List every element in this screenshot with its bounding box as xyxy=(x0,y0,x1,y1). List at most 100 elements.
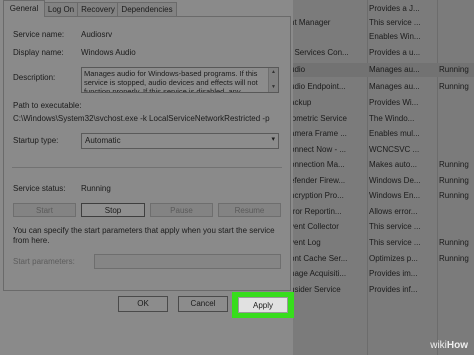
description-scrollbar[interactable]: ▲ ▼ xyxy=(268,68,278,92)
service-name-label: Service name: xyxy=(13,30,65,39)
service-row[interactable]: ncryption Pro... Windows En... Running xyxy=(290,189,474,203)
service-row[interactable]: ont Cache Ser... Optimizes p... Running xyxy=(290,252,474,266)
display-name-value: Windows Audio xyxy=(81,48,136,57)
triangle-down-icon[interactable]: ▼ xyxy=(271,85,276,90)
service-row-selected[interactable]: udio Manages au... Running xyxy=(290,63,474,77)
service-row[interactable]: vent Collector This service ... xyxy=(290,220,474,234)
service-name: ncryption Pro... xyxy=(290,191,344,200)
description-label: Description: xyxy=(13,73,56,82)
service-description: Makes auto... xyxy=(369,160,418,169)
service-description: This service ... xyxy=(369,238,421,247)
service-description: Provides Wi... xyxy=(369,98,419,107)
service-status: Running xyxy=(439,160,469,169)
description-box[interactable]: Manages audio for Windows-based programs… xyxy=(81,67,279,93)
startup-type-label: Startup type: xyxy=(13,136,59,145)
start-parameters-input[interactable] xyxy=(94,254,281,269)
service-row[interactable]: iometric Service The Windo... xyxy=(290,112,474,126)
service-name: efender Firew... xyxy=(290,176,346,185)
services-list: Provides a J... nt Manager This service … xyxy=(290,0,474,355)
service-description: Provides inf... xyxy=(369,285,418,294)
service-status: Running xyxy=(439,191,469,200)
service-name: rror Reportin... xyxy=(290,207,342,216)
tab-general[interactable]: General xyxy=(3,0,45,17)
service-name: udio xyxy=(290,65,306,74)
service-status: Running xyxy=(439,82,469,91)
service-description: Windows De... xyxy=(369,176,421,185)
service-row[interactable]: rror Reportin... Allows error... xyxy=(290,205,474,219)
display-name-label: Display name: xyxy=(13,48,64,57)
service-row[interactable]: efender Firew... Windows De... Running xyxy=(290,174,474,188)
stop-button[interactable]: Stop xyxy=(81,203,145,217)
watermark-suffix: How xyxy=(446,340,468,351)
path-value: C:\Windows\System32\svchost.exe -k Local… xyxy=(13,114,270,123)
service-status-label: Service status: xyxy=(13,184,66,193)
watermark-prefix: wiki xyxy=(430,340,447,351)
service-name: vent Collector xyxy=(290,222,339,231)
start-parameters-hint: You can specify the start parameters tha… xyxy=(13,226,275,235)
service-description: Provides im... xyxy=(369,269,418,278)
wikihow-watermark: wikiHow xyxy=(430,340,468,351)
service-description: Optimizes p... xyxy=(369,254,418,263)
service-description: Provides a J... xyxy=(369,4,420,13)
service-description: Windows En... xyxy=(369,191,421,200)
start-button[interactable]: Start xyxy=(13,203,76,217)
tab-recovery[interactable]: Recovery xyxy=(77,2,119,16)
service-description: Enables Win... xyxy=(369,32,421,41)
resume-button[interactable]: Resume xyxy=(218,203,281,217)
service-description: This service ... xyxy=(369,18,421,27)
service-name: ackup xyxy=(290,98,312,107)
service-status: Running xyxy=(439,238,469,247)
startup-type-value: Automatic xyxy=(85,136,121,145)
pause-button[interactable]: Pause xyxy=(150,203,213,217)
service-name: nsider Service xyxy=(290,285,341,294)
service-status-value: Running xyxy=(81,184,111,193)
service-row[interactable]: amera Frame ... Enables mul... xyxy=(290,127,474,141)
service-name: vent Log xyxy=(290,238,321,247)
service-row[interactable]: onnection Ma... Makes auto... Running xyxy=(290,158,474,172)
service-name: onnection Ma... xyxy=(290,160,345,169)
service-row[interactable]: Provides a J... xyxy=(290,2,474,16)
ok-button[interactable]: OK xyxy=(118,296,168,312)
service-description: The Windo... xyxy=(369,114,415,123)
service-row[interactable]: t Services Con... Provides a u... xyxy=(290,46,474,60)
separator xyxy=(12,167,282,168)
apply-button[interactable]: Apply xyxy=(238,297,288,313)
service-name-value: Audiosrv xyxy=(81,30,113,39)
start-parameters-hint-cont: from here. xyxy=(13,236,50,245)
service-name: ont Cache Ser... xyxy=(290,254,348,263)
service-row[interactable]: nsider Service Provides inf... xyxy=(290,283,474,297)
start-parameters-label: Start parameters: xyxy=(13,257,75,266)
service-row[interactable]: nt Manager This service ... xyxy=(290,16,474,30)
service-name: onnect Now - ... xyxy=(290,145,347,154)
service-name: udio Endpoint... xyxy=(290,82,346,91)
service-name: amera Frame ... xyxy=(290,129,347,138)
triangle-up-icon[interactable]: ▲ xyxy=(271,70,276,75)
tab-dependencies[interactable]: Dependencies xyxy=(117,2,177,16)
cancel-button[interactable]: Cancel xyxy=(178,296,228,312)
service-name: nage Acquisiti... xyxy=(290,269,347,278)
service-status: Running xyxy=(439,65,469,74)
service-status: Running xyxy=(439,254,469,263)
service-row[interactable]: Enables Win... xyxy=(290,30,474,44)
general-tab-panel: Service name: Audiosrv Display name: Win… xyxy=(3,16,291,291)
service-description: Enables mul... xyxy=(369,129,420,138)
service-description: Manages au... xyxy=(369,82,420,91)
service-row[interactable]: udio Endpoint... Manages au... Running xyxy=(290,80,474,94)
service-row[interactable]: ackup Provides Wi... xyxy=(290,96,474,110)
service-status: Running xyxy=(439,176,469,185)
service-description: WCNCSVC ... xyxy=(369,145,420,154)
description-text: Manages audio for Windows-based programs… xyxy=(84,69,258,93)
service-row[interactable] xyxy=(290,299,474,313)
startup-type-select[interactable]: Automatic ▾ xyxy=(81,133,279,149)
service-description: Allows error... xyxy=(369,207,418,216)
path-label: Path to executable: xyxy=(13,101,82,110)
service-row[interactable]: vent Log This service ... Running xyxy=(290,236,474,250)
service-description: This service ... xyxy=(369,222,421,231)
tab-log-on[interactable]: Log On xyxy=(43,2,79,16)
service-name: t Services Con... xyxy=(290,48,349,57)
service-description: Provides a u... xyxy=(369,48,421,57)
service-row[interactable]: onnect Now - ... WCNCSVC ... xyxy=(290,143,474,157)
service-name: iometric Service xyxy=(290,114,347,123)
service-name: nt Manager xyxy=(290,18,331,27)
service-row[interactable]: nage Acquisiti... Provides im... xyxy=(290,267,474,281)
